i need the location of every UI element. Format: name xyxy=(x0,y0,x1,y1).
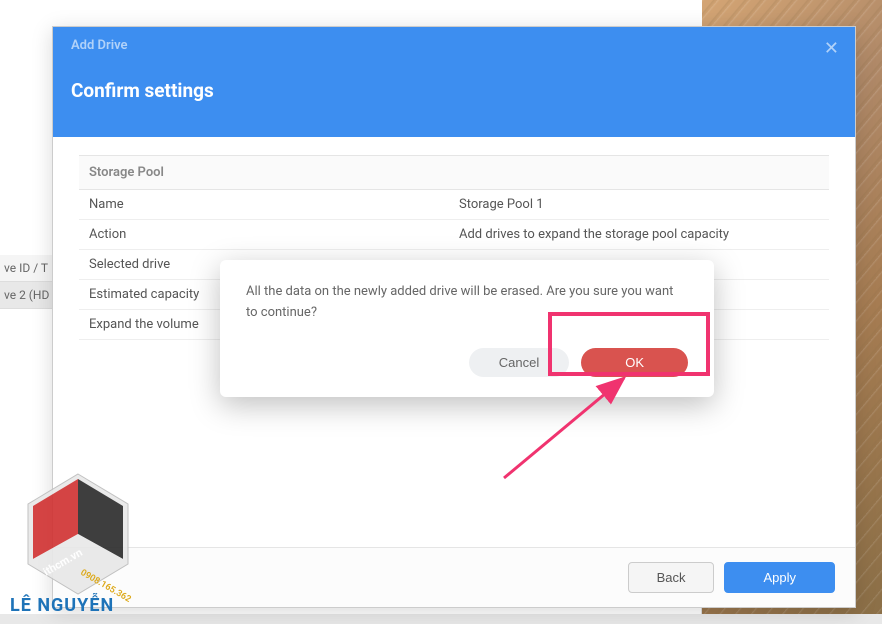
bg-sidebar-item: ve 2 (HD xyxy=(0,282,60,309)
modal-header: Add Drive Confirm settings ✕ xyxy=(53,27,855,137)
apply-button[interactable]: Apply xyxy=(724,562,835,593)
watermark-brand: LÊ NGUYỄN xyxy=(10,595,114,616)
row-label: Name xyxy=(89,197,459,212)
modal-breadcrumb: Add Drive xyxy=(53,27,855,53)
modal-footer: Back Apply xyxy=(53,547,855,607)
row-value: Storage Pool 1 xyxy=(459,197,819,212)
row-value: Add drives to expand the storage pool ca… xyxy=(459,227,819,242)
cancel-button[interactable]: Cancel xyxy=(469,348,569,377)
bg-sidebar-header: ve ID / T xyxy=(0,255,60,282)
confirm-message: All the data on the newly added drive wi… xyxy=(246,282,688,324)
confirm-dialog: All the data on the newly added drive wi… xyxy=(220,260,714,397)
table-row: Action Add drives to expand the storage … xyxy=(79,220,829,250)
storage-pool-section-header: Storage Pool xyxy=(79,155,829,190)
modal-title: Confirm settings xyxy=(53,53,855,102)
background-sidebar-fragment: ve ID / T ve 2 (HD xyxy=(0,255,60,309)
confirm-actions: Cancel OK xyxy=(246,348,688,377)
ok-button[interactable]: OK xyxy=(581,348,688,377)
table-row: Name Storage Pool 1 xyxy=(79,190,829,220)
background-panel-top xyxy=(0,0,702,26)
row-label: Action xyxy=(89,227,459,242)
back-button[interactable]: Back xyxy=(628,562,715,593)
close-icon[interactable]: ✕ xyxy=(824,38,839,59)
